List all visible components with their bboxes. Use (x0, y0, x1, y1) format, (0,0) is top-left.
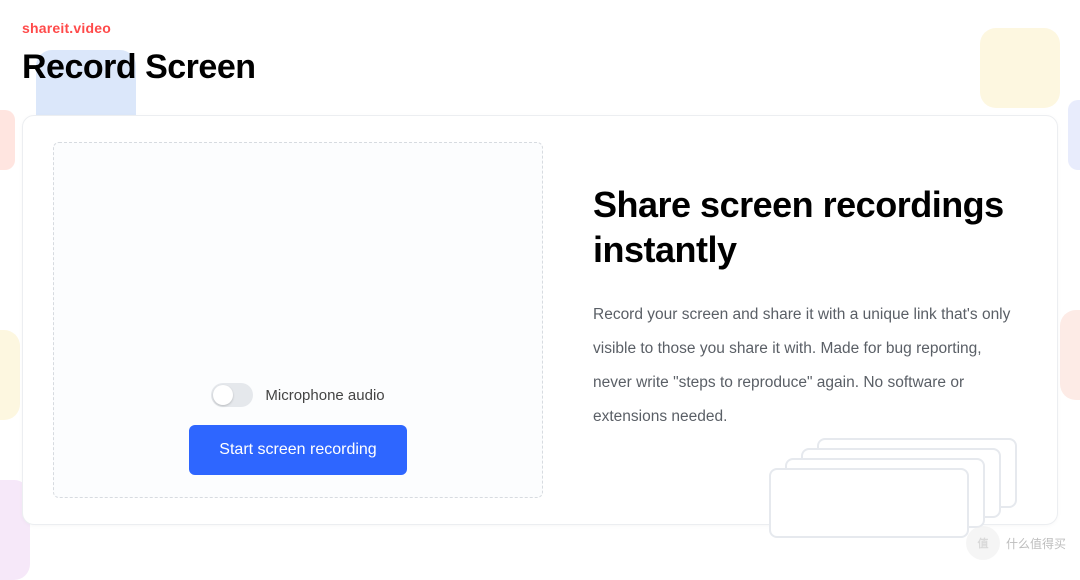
mic-toggle-row: Microphone audio (211, 383, 384, 407)
toggle-knob (213, 385, 233, 405)
page-title: Record Screen (22, 48, 1058, 87)
watermark: 值 什么值得买 (966, 526, 1066, 560)
watermark-badge-icon: 值 (966, 526, 1000, 560)
mic-toggle[interactable] (211, 383, 253, 407)
decorative-shape-rose (1060, 310, 1080, 400)
stacked-cards-illustration (757, 438, 1037, 538)
main-card: Microphone audio Start screen recording … (22, 115, 1058, 525)
hero-description: Record your screen and share it with a u… (593, 298, 1023, 434)
recorder-panel: Microphone audio Start screen recording (53, 142, 543, 498)
decorative-shape-cream (0, 330, 20, 420)
start-recording-button[interactable]: Start screen recording (189, 425, 406, 475)
hero-heading: Share screen recordings instantly (593, 182, 1027, 272)
watermark-text: 什么值得买 (1006, 535, 1066, 552)
decorative-shape-lightblue (1068, 100, 1080, 170)
mic-toggle-label: Microphone audio (265, 387, 384, 404)
hero-panel: Share screen recordings instantly Record… (593, 142, 1027, 498)
stack-card (769, 468, 969, 538)
brand-logo-text[interactable]: shareit.video (22, 20, 1058, 36)
decorative-shape-peach (0, 110, 15, 170)
